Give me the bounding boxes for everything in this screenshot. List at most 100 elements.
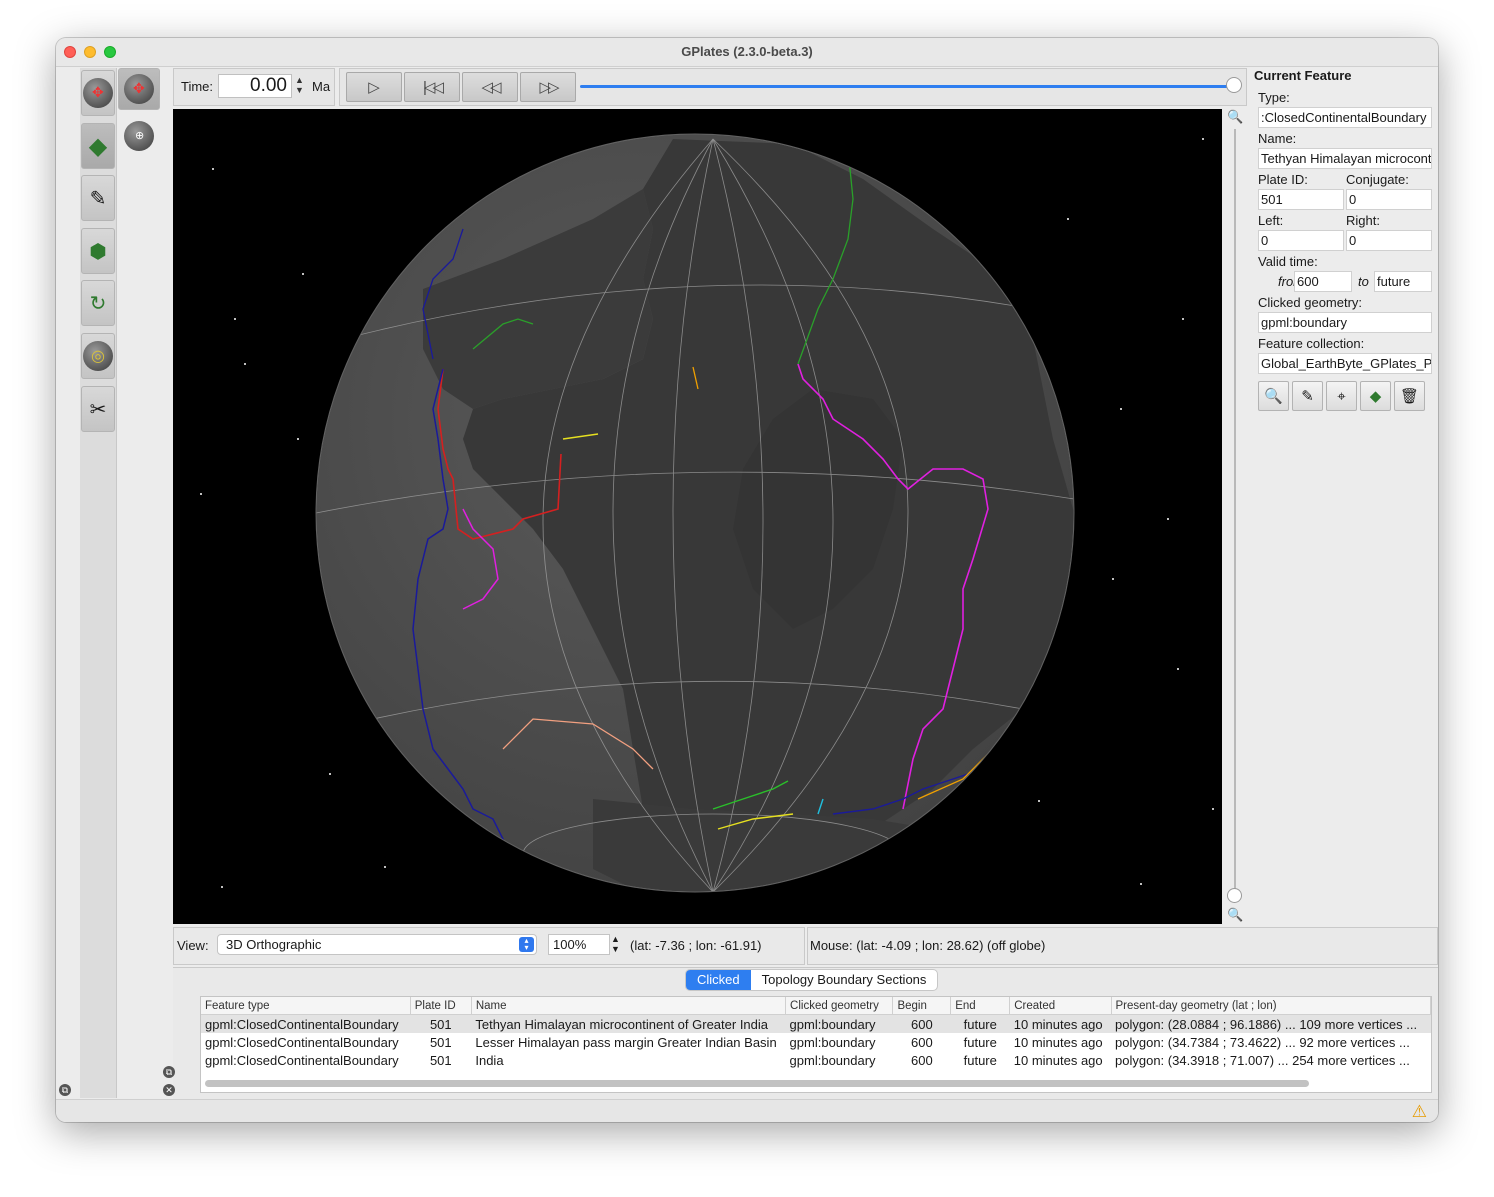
edit-topology-tool-button[interactable]: ⬢ xyxy=(81,228,115,274)
cell-geometry: polygon: (34.7384 ; 73.4622) ... 92 more… xyxy=(1115,1034,1410,1050)
query-feature-button[interactable]: 🔍 xyxy=(1258,381,1289,411)
edit-geometry-icon: ⌖ xyxy=(1337,387,1346,405)
table-row[interactable]: gpml:ClosedContinentalBoundary 501 India… xyxy=(201,1051,1431,1069)
to-label: to xyxy=(1358,274,1369,289)
time-label: Time: xyxy=(181,79,214,94)
globe-render xyxy=(200,133,1214,893)
plate-id-field[interactable]: 501 xyxy=(1258,189,1344,210)
current-feature-heading: Current Feature xyxy=(1254,68,1352,83)
cell-name: Lesser Himalayan pass margin Greater Ind… xyxy=(475,1034,777,1050)
type-field[interactable]: :ClosedContinentalBoundary xyxy=(1258,107,1432,128)
play-button[interactable]: ▷ xyxy=(346,72,402,102)
col-present-day-geometry[interactable]: Present-day geometry (lat ; lon) xyxy=(1111,997,1431,1015)
cell-geometry: polygon: (34.3918 ; 71.007) ... 254 more… xyxy=(1115,1052,1410,1068)
col-plate-id[interactable]: Plate ID xyxy=(410,997,472,1015)
rewind-to-start-icon: |◁◁ xyxy=(423,79,444,96)
small-circle-icon: ◎ xyxy=(83,341,113,371)
table-row[interactable]: gpml:ClosedContinentalBoundary 501 Lesse… xyxy=(201,1033,1431,1051)
cell-begin: 600 xyxy=(910,1034,933,1050)
pole-manipulation-icon: ↻ xyxy=(89,292,107,315)
zoom-percent-input[interactable]: 100% xyxy=(548,934,610,955)
right-plate-label: Right: xyxy=(1346,213,1380,228)
clicked-geometry-label: Clicked geometry: xyxy=(1258,295,1363,310)
time-slider-handle[interactable] xyxy=(1226,77,1242,93)
status-bar: ⚠ xyxy=(56,1099,1438,1122)
zoom-slider-handle[interactable] xyxy=(1227,888,1242,903)
tool-palette-primary: ✥ ◆ ✎ ⬢ ↻ ◎ ✂ xyxy=(80,68,117,1098)
tool-palette-secondary: ✥ ⊕ ⧉ xyxy=(59,68,172,1098)
window-title: GPlates (2.3.0-beta.3) xyxy=(681,44,813,59)
globe-icon: ✥ xyxy=(124,74,154,104)
cell-name: India xyxy=(475,1052,504,1068)
cell-plate-id: 501 xyxy=(429,1052,452,1068)
clicked-features-dock: Clicked Topology Boundary Sections ⧉ ✕ F… xyxy=(163,967,1438,1100)
step-back-button[interactable]: ◁◁ xyxy=(462,72,518,102)
conjugate-label: Conjugate: xyxy=(1346,172,1409,187)
measure-icon: ✂ xyxy=(89,398,107,421)
time-input[interactable]: 0.00 xyxy=(218,74,292,98)
left-plate-label: Left: xyxy=(1258,213,1284,228)
time-spinner[interactable]: ▲ ▼ xyxy=(295,75,304,95)
choose-feature-tool-button[interactable]: ◆ xyxy=(81,123,115,169)
delete-feature-button[interactable]: 🗑 xyxy=(1394,381,1425,411)
cell-begin: 600 xyxy=(910,1052,933,1068)
col-clicked-geometry[interactable]: Clicked geometry xyxy=(785,997,894,1015)
zoom-slider-track[interactable] xyxy=(1234,129,1236,889)
time-slider-track[interactable] xyxy=(580,85,1234,88)
cell-plate-id: 501 xyxy=(410,1014,472,1033)
pole-manipulation-tool-button[interactable]: ↻ xyxy=(81,280,115,326)
cell-feature-type: gpml:ClosedContinentalBoundary xyxy=(205,1034,399,1050)
dock-tabs: Clicked Topology Boundary Sections xyxy=(685,969,939,991)
warning-icon[interactable]: ⚠ xyxy=(1412,1102,1427,1122)
undock-icon[interactable]: ⧉ xyxy=(59,1084,71,1096)
magnifier-icon: 🔍 xyxy=(1264,388,1283,405)
drag-globe-tool-button[interactable]: ✥ xyxy=(81,70,115,116)
col-created[interactable]: Created xyxy=(1009,997,1112,1015)
horizontal-scrollbar[interactable] xyxy=(205,1080,1309,1087)
cell-created: 10 minutes ago xyxy=(1013,1052,1103,1068)
play-icon: ▷ xyxy=(368,79,380,96)
to-field[interactable]: future xyxy=(1374,271,1432,292)
small-circle-tool-button[interactable]: ◎ xyxy=(81,333,115,379)
zoom-spinner[interactable]: ▲ ▼ xyxy=(611,934,620,954)
float-dock-icon[interactable]: ⧉ xyxy=(163,1066,175,1078)
title-bar: GPlates (2.3.0-beta.3) xyxy=(56,38,1438,67)
cell-name: Tethyan Himalayan microcontinent of Grea… xyxy=(471,1014,786,1033)
rewind-to-start-button[interactable]: |◁◁ xyxy=(404,72,460,102)
step-forward-button[interactable]: ▷▷ xyxy=(520,72,576,102)
zoom-out-icon[interactable]: 🔍 xyxy=(1227,907,1243,923)
clicked-geometry-field[interactable]: gpml:boundary xyxy=(1258,312,1432,333)
cell-begin: 600 xyxy=(892,1014,951,1033)
chevron-updown-icon: ▴ ▾ xyxy=(519,937,534,952)
playback-bar: ▷ |◁◁ ◁◁ ▷▷ xyxy=(339,68,1247,106)
edit-geometry-button[interactable]: ⌖ xyxy=(1326,381,1357,411)
edit-feature-button[interactable]: ✎ xyxy=(1292,381,1323,411)
tab-clicked[interactable]: Clicked xyxy=(686,970,751,990)
clone-feature-button[interactable]: ◆ xyxy=(1360,381,1391,411)
projection-select[interactable]: 3D Orthographic ▴ ▾ xyxy=(217,934,537,955)
tab-topology-boundary-sections[interactable]: Topology Boundary Sections xyxy=(751,970,938,990)
feature-collection-label: Feature collection: xyxy=(1258,336,1365,351)
col-end[interactable]: End xyxy=(950,997,1011,1015)
globe-canvas[interactable] xyxy=(173,109,1222,924)
cell-clicked-geometry: gpml:boundary xyxy=(789,1034,876,1050)
edit-properties-icon: ✎ xyxy=(1301,388,1314,405)
drag-globe-view-button[interactable]: ✥ xyxy=(118,68,160,110)
col-feature-type[interactable]: Feature type xyxy=(201,997,411,1015)
cell-created: 10 minutes ago xyxy=(1009,1014,1112,1033)
cell-clicked-geometry: gpml:boundary xyxy=(789,1052,876,1068)
digitise-geometry-tool-button[interactable]: ✎ xyxy=(81,175,115,221)
conjugate-field[interactable]: 0 xyxy=(1346,189,1432,210)
from-field[interactable]: 600 xyxy=(1294,271,1352,292)
col-name[interactable]: Name xyxy=(471,997,787,1015)
table-row[interactable]: gpml:ClosedContinentalBoundary 501 Tethy… xyxy=(201,1014,1431,1033)
zoom-in-icon[interactable]: 🔍 xyxy=(1227,109,1243,125)
zoom-globe-tool-button[interactable]: ⊕ xyxy=(120,116,158,156)
close-dock-icon[interactable]: ✕ xyxy=(163,1084,175,1096)
left-plate-field[interactable]: 0 xyxy=(1258,230,1344,251)
right-plate-field[interactable]: 0 xyxy=(1346,230,1432,251)
col-begin[interactable]: Begin xyxy=(892,997,952,1015)
feature-collection-field[interactable]: Global_EarthByte_GPlates_P xyxy=(1258,353,1432,374)
name-field[interactable]: Tethyan Himalayan microcontinent of Grea… xyxy=(1258,148,1432,169)
measure-distance-tool-button[interactable]: ✂ xyxy=(81,386,115,432)
